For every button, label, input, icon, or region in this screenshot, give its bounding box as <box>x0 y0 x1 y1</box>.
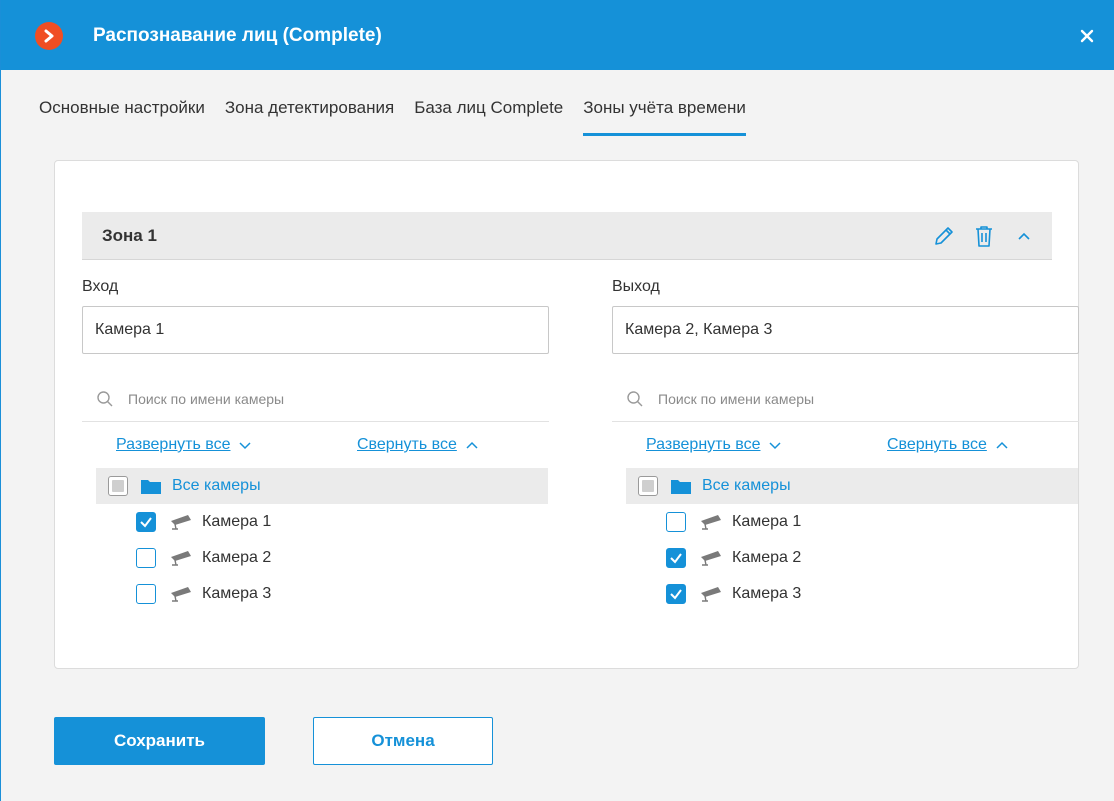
tree-item-camera[interactable]: Камера 1 <box>96 504 549 540</box>
delete-zone-button[interactable] <box>970 222 998 250</box>
camera-checkbox[interactable] <box>666 512 686 532</box>
chevron-up-icon <box>996 441 1008 449</box>
edit-zone-button[interactable] <box>930 222 958 250</box>
trash-icon <box>976 226 992 247</box>
all-cameras-checkbox[interactable] <box>638 476 658 496</box>
collapse-all-label: Свернуть все <box>357 436 457 453</box>
tree-item-camera[interactable]: Камера 2 <box>626 540 1079 576</box>
chevron-down-icon <box>769 442 782 450</box>
close-button[interactable] <box>1073 22 1101 50</box>
camera-checkbox[interactable] <box>136 512 156 532</box>
zones-panel: Зона 1 Вход Камера 1 Поиск по имени каме… <box>54 160 1079 669</box>
zone-header: Зона 1 <box>82 212 1052 260</box>
dialog-window: Распознавание лиц (Complete) Основные на… <box>0 0 1114 801</box>
exit-label: Выход <box>612 278 660 295</box>
expand-all-label: Развернуть все <box>646 436 761 453</box>
tree-item-camera[interactable]: Камера 3 <box>96 576 549 612</box>
expand-all-label: Развернуть все <box>116 436 231 453</box>
entry-column: Вход Камера 1 Развернуть все Свернуть вс… <box>82 276 549 612</box>
collapse-all-label: Свернуть все <box>887 436 987 453</box>
tree-root-all-cameras[interactable]: Все камеры <box>96 468 548 504</box>
app-logo-icon <box>35 22 63 50</box>
camera-icon <box>698 549 724 567</box>
exit-search-input[interactable] <box>658 390 1038 407</box>
exit-camera-tree: Все камеры Камера 1 Камера 2 Камера 3 <box>612 468 1079 612</box>
exit-search <box>612 376 1079 422</box>
camera-label: Камера 2 <box>732 549 802 566</box>
folder-icon <box>670 477 692 495</box>
tab-main-settings[interactable]: Основные настройки <box>39 96 205 136</box>
entry-cameras-field[interactable]: Камера 1 <box>82 306 549 354</box>
folder-icon <box>140 477 162 495</box>
camera-checkbox[interactable] <box>666 584 686 604</box>
save-button[interactable]: Сохранить <box>54 717 265 765</box>
pencil-icon <box>935 227 953 245</box>
entry-collapse-all-link[interactable]: Свернуть все <box>357 434 479 456</box>
tab-bar: Основные настройки Зона детектирования Б… <box>39 96 766 136</box>
chevron-up-icon <box>1018 232 1030 240</box>
exit-expand-row: Развернуть все Свернуть все <box>612 422 1079 468</box>
close-icon <box>1080 29 1094 43</box>
camera-icon <box>168 549 194 567</box>
chevron-up-icon <box>466 441 478 449</box>
camera-checkbox[interactable] <box>136 548 156 568</box>
camera-icon <box>168 513 194 531</box>
exit-expand-all-link[interactable]: Развернуть все <box>646 434 782 456</box>
tree-root-label: Все камеры <box>172 477 261 494</box>
all-cameras-checkbox[interactable] <box>108 476 128 496</box>
entry-expand-row: Развернуть все Свернуть все <box>82 422 549 468</box>
entry-expand-all-link[interactable]: Развернуть все <box>116 434 252 456</box>
camera-label: Камера 1 <box>202 513 272 530</box>
search-icon <box>627 390 643 406</box>
exit-collapse-all-link[interactable]: Свернуть все <box>887 434 1009 456</box>
camera-icon <box>698 585 724 603</box>
entry-camera-tree: Все камеры Камера 1 Камера 2 Камера 3 <box>82 468 549 612</box>
tree-item-camera[interactable]: Камера 2 <box>96 540 549 576</box>
tree-item-camera[interactable]: Камера 3 <box>626 576 1079 612</box>
tab-face-database[interactable]: База лиц Complete <box>414 96 563 136</box>
search-icon <box>97 390 113 406</box>
camera-icon <box>168 585 194 603</box>
cancel-button[interactable]: Отмена <box>313 717 493 765</box>
camera-label: Камера 1 <box>732 513 802 530</box>
camera-label: Камера 3 <box>202 585 272 602</box>
tree-item-camera[interactable]: Камера 1 <box>626 504 1079 540</box>
camera-label: Камера 2 <box>202 549 272 566</box>
exit-column: Выход Камера 2, Камера 3 Развернуть все … <box>612 276 1079 612</box>
camera-label: Камера 3 <box>732 585 802 602</box>
zone-title: Зона 1 <box>102 226 157 245</box>
camera-checkbox[interactable] <box>666 548 686 568</box>
chevron-down-icon <box>239 442 252 450</box>
tab-detection-zone[interactable]: Зона детектирования <box>225 96 394 136</box>
entry-search <box>82 376 549 422</box>
collapse-zone-button[interactable] <box>1010 222 1038 250</box>
entry-search-input[interactable] <box>128 390 508 407</box>
tab-time-tracking-zones[interactable]: Зоны учёта времени <box>583 96 746 136</box>
tree-root-all-cameras[interactable]: Все камеры <box>626 468 1078 504</box>
title-bar: Распознавание лиц (Complete) <box>1 0 1114 70</box>
camera-icon <box>698 513 724 531</box>
entry-label: Вход <box>82 278 119 295</box>
exit-cameras-field[interactable]: Камера 2, Камера 3 <box>612 306 1079 354</box>
window-title: Распознавание лиц (Complete) <box>93 25 382 46</box>
tree-root-label: Все камеры <box>702 477 791 494</box>
camera-checkbox[interactable] <box>136 584 156 604</box>
